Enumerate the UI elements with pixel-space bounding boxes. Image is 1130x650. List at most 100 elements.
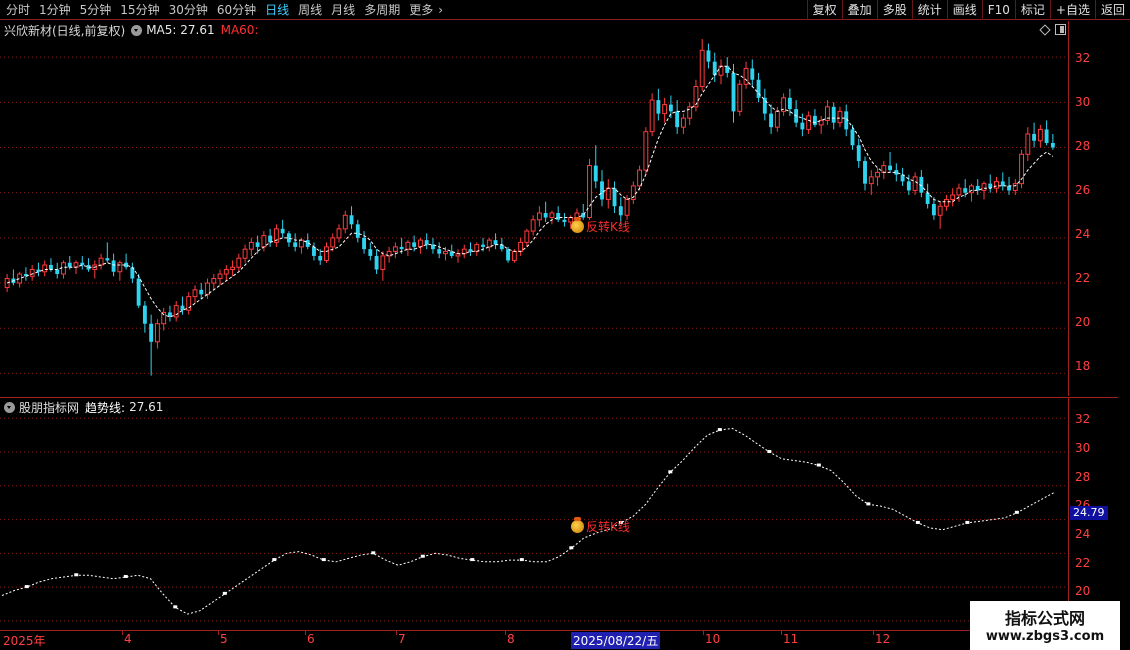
price-tick: 20 [1075, 315, 1091, 329]
period-15min[interactable]: 15分钟 [114, 0, 162, 20]
statistics-button[interactable]: 统计 [911, 0, 947, 20]
indicator-title-row: 股朋指标网 趋势线: 27.61 [4, 399, 163, 415]
overlay-button[interactable]: 叠加 [841, 0, 877, 20]
candle-body [298, 239, 304, 248]
candle-body [443, 250, 448, 255]
candle-body [242, 248, 248, 259]
candle-body [29, 268, 35, 277]
candle-body [624, 198, 630, 216]
add-watchlist-button[interactable]: +自选 [1049, 0, 1095, 20]
candle-body [680, 117, 686, 128]
indicator-name: 股朋指标网 [19, 400, 80, 415]
mark-button[interactable]: 标记 [1014, 0, 1050, 20]
candle-body [380, 255, 386, 270]
candle-body [437, 249, 442, 254]
candle-body [180, 305, 185, 311]
candle-body [49, 264, 53, 270]
period-weekly[interactable]: 周线 [292, 0, 325, 20]
candle-body [192, 289, 198, 298]
candle-body [36, 269, 41, 272]
date-tick [122, 631, 123, 635]
restore-window-icon[interactable] [1055, 24, 1066, 35]
date-tick [781, 631, 782, 635]
date-tick [305, 631, 306, 635]
indicator-tick: 32 [1075, 412, 1091, 426]
candle-body [511, 250, 517, 261]
price-tick: 26 [1075, 183, 1091, 197]
trend-point [569, 546, 574, 550]
date-label: 12 [875, 632, 891, 646]
candle-body [975, 185, 980, 191]
price-tick: 24 [1075, 227, 1091, 241]
candle-body [956, 187, 962, 196]
f10-button[interactable]: F10 [981, 0, 1015, 20]
price-tick: 30 [1075, 95, 1091, 109]
candle-body [73, 262, 79, 268]
candle-body [600, 181, 604, 200]
candle-body [312, 246, 316, 256]
multi-stock-button[interactable]: 多股 [876, 0, 912, 20]
trend-point [371, 551, 376, 555]
candle-body [643, 131, 649, 171]
indicator-tick: 22 [1075, 556, 1091, 570]
candle-body [881, 165, 887, 173]
dropdown-circle-icon[interactable] [131, 24, 143, 36]
price-tick: 28 [1075, 139, 1091, 153]
candle-body [55, 269, 60, 275]
candle-body [1025, 133, 1031, 155]
candle-body [675, 111, 680, 128]
candle-body [518, 241, 524, 252]
trend-point [123, 574, 128, 578]
trend-point [470, 558, 475, 562]
candle-body [236, 257, 242, 268]
candle-body [105, 258, 110, 261]
indicator-tick: 28 [1075, 470, 1091, 484]
adjust-button[interactable]: 复权 [806, 0, 842, 20]
candle-body [42, 264, 48, 273]
dropdown-circle-icon[interactable] [4, 401, 15, 413]
date-label: 10 [705, 632, 721, 646]
candle-body [994, 180, 999, 189]
candle-body [937, 205, 943, 216]
trend-point [173, 605, 178, 609]
candle-body [368, 249, 373, 256]
diamond-icon[interactable] [1039, 24, 1051, 36]
money-bag-icon [571, 517, 584, 533]
main-panel-icons [1039, 24, 1066, 36]
candle-body [336, 228, 342, 239]
candle-body [280, 228, 285, 234]
candle-body [330, 237, 336, 248]
side-panel-strip [1118, 21, 1130, 630]
period-5min[interactable]: 5分钟 [74, 0, 115, 20]
candle-body [662, 104, 668, 115]
candle-body [718, 65, 724, 76]
selected-date: 2025/08/22/五 [571, 632, 661, 649]
chevron-right-icon[interactable]: › [438, 3, 443, 17]
trend-point [668, 470, 673, 474]
period-more[interactable]: 更多 [403, 0, 436, 20]
period-30min[interactable]: 30分钟 [163, 0, 211, 20]
candle-body [117, 262, 123, 273]
watermark-url: www.zbgs3.com [985, 629, 1105, 644]
main-title-row: 兴欣新材(日线,前复权) MA5: 27.61 MA60: [4, 22, 258, 38]
candle-body [743, 67, 749, 85]
back-button[interactable]: 返回 [1094, 0, 1130, 20]
candle-body [725, 66, 730, 73]
candlestick-panel[interactable]: 兴欣新材(日线,前复权) MA5: 27.61 MA60: 反转K线 [0, 21, 1068, 396]
candle-body [888, 165, 893, 171]
current-value-badge: 24.79 [1070, 506, 1108, 520]
draw-line-button[interactable]: 画线 [946, 0, 982, 20]
period-1min[interactable]: 1分钟 [33, 0, 74, 20]
period-daily[interactable]: 日线 [259, 0, 292, 20]
period-intraday[interactable]: 分时 [0, 0, 33, 20]
period-multi[interactable]: 多周期 [358, 0, 403, 20]
date-label: 11 [783, 632, 799, 646]
indicator-panel[interactable]: 股朋指标网 趋势线: 27.61 反转K线 [0, 397, 1068, 630]
indicator-tick: 20 [1075, 584, 1091, 598]
candle-body [806, 115, 812, 130]
trend-point [1014, 510, 1019, 514]
period-monthly[interactable]: 月线 [325, 0, 358, 20]
candle-body [706, 50, 711, 62]
period-60min[interactable]: 60分钟 [211, 0, 259, 20]
candle-body [562, 219, 567, 223]
